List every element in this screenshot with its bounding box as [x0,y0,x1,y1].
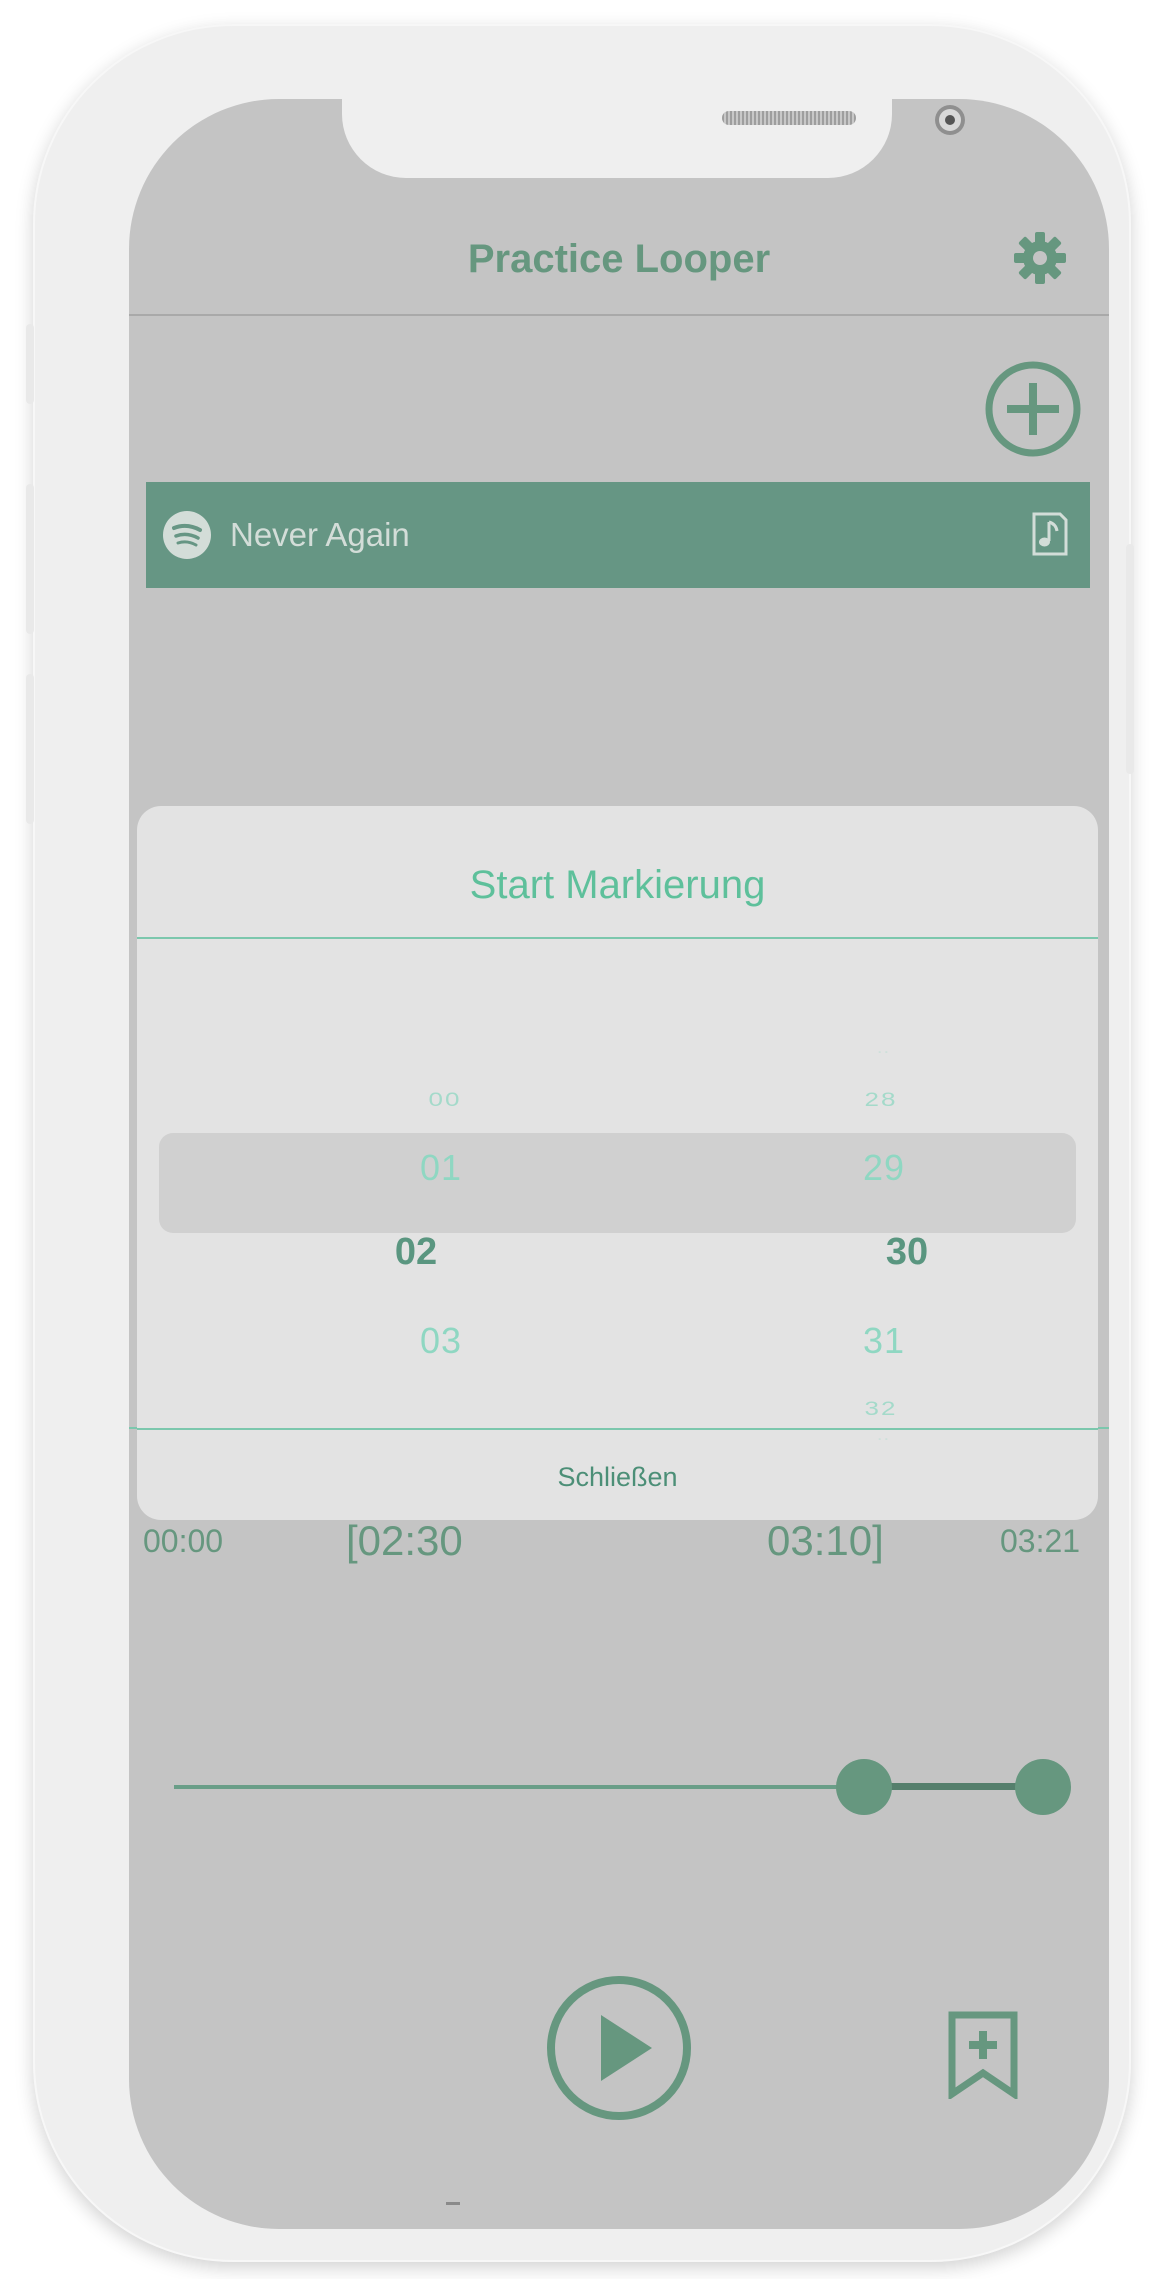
loop-start-time[interactable]: [02:30 [346,1517,463,1565]
dialog-title: Start Markierung [469,863,766,907]
minutes-option[interactable]: 03 [381,1320,501,1362]
dialog-divider-top [137,937,1098,939]
track-name: Never Again [230,516,410,553]
dialog-divider-bottom [137,1428,1098,1430]
screen: Practice Looper Never Again 00:00 [02:30… [129,99,1109,2229]
speaker-grille [722,111,856,125]
track-start-time: 00:00 [143,1523,224,1559]
seconds-selected[interactable]: 30 [847,1231,967,1274]
close-button[interactable]: Schließen [137,1462,1098,1493]
notch [342,99,965,178]
power-button [1126,544,1134,774]
nav-divider [129,314,1109,316]
loop-start-handle[interactable] [835,1759,892,1815]
side-button [26,324,34,404]
music-note-icon[interactable] [1030,510,1070,558]
page-title: Practice Looper [467,237,771,281]
minutes-option[interactable]: 01 [381,1147,501,1189]
start-marker-dialog: Start Markierung 00 01 02 03 ·· 28 29 30… [137,806,1098,1520]
volume-up-button [26,484,34,634]
add-track-button[interactable] [985,361,1081,457]
play-button[interactable] [544,1973,694,2123]
seconds-option[interactable]: 31 [824,1320,944,1362]
loop-end-handle[interactable] [1015,1759,1072,1815]
gear-icon[interactable] [1013,231,1067,285]
seconds-option[interactable]: 28 [821,1088,941,1111]
track-row[interactable]: Never Again [146,482,1090,588]
seconds-option-faded: ·· [876,1434,890,1444]
add-bookmark-icon[interactable] [947,2011,1019,2099]
phone-frame: Practice Looper Never Again 00:00 [02:30… [26,24,1134,2262]
seconds-option[interactable]: 29 [824,1147,944,1189]
minutes-selected[interactable]: 02 [356,1231,476,1274]
home-indicator [446,2202,460,2205]
spotify-icon [163,511,211,559]
front-camera [935,105,965,135]
minutes-option[interactable]: 00 [385,1088,505,1111]
seconds-option-faded: ·· [876,1047,890,1057]
loop-end-time[interactable]: 03:10] [767,1517,884,1565]
track-end-time: 03:21 [1000,1523,1081,1559]
seconds-option[interactable]: 32 [821,1397,941,1420]
volume-down-button [26,674,34,824]
